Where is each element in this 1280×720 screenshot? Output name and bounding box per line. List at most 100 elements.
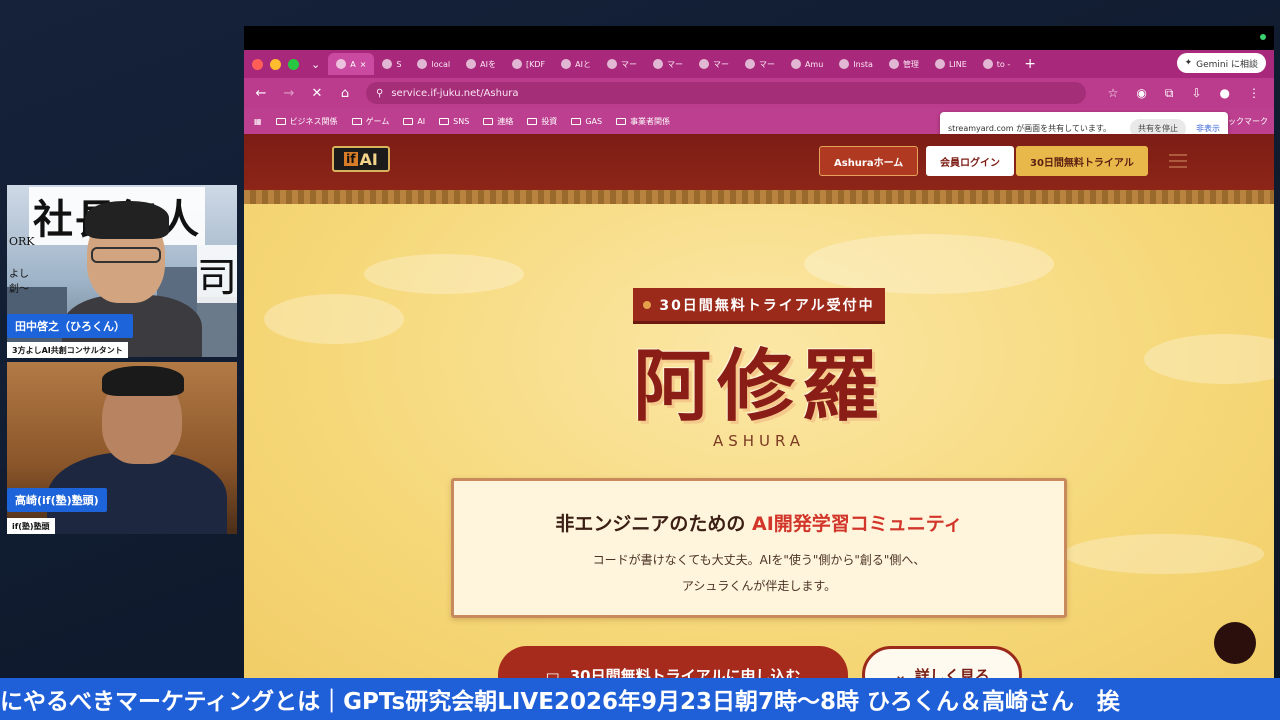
stop-icon[interactable]: ✕ <box>310 86 324 101</box>
learn-more-label: 詳しく見る <box>914 666 990 679</box>
bookmark-list: ビジネス関係 ゲーム AI SNS 連絡 投資 GAS 事業者関係 <box>275 116 670 127</box>
intro-line-2: アシュラくんが伴走します。 <box>681 579 837 593</box>
news-ticker: にやるべきマーケティングとは｜GPTs研究会朝LIVE2026年9月23日朝7時… <box>0 678 1280 720</box>
tab-favicon-icon <box>934 59 945 69</box>
tab-label: マー <box>758 59 775 69</box>
folder-icon <box>616 117 627 125</box>
tab-label: [KDF <box>525 59 546 69</box>
cloud-decoration <box>364 254 524 294</box>
all-bookmarks-link[interactable]: ックマーク <box>1228 116 1268 127</box>
header-trial-button[interactable]: 30日間無料トライアル <box>1016 146 1148 176</box>
window-controls <box>252 58 299 70</box>
url-text: service.if-juku.net/Ashura <box>391 87 519 99</box>
browser-tab[interactable]: S <box>374 53 409 75</box>
close-window-button[interactable] <box>252 58 263 70</box>
share-message: streamyard.com が画面を共有しています。 <box>948 123 1112 133</box>
bookmark-folder[interactable]: 事業者関係 <box>616 116 670 127</box>
member-login-button[interactable]: 会員ログイン <box>926 146 1014 176</box>
bookmark-label: 連絡 <box>497 116 514 126</box>
folder-icon <box>403 117 414 125</box>
gemini-icon: ✦ <box>1184 58 1193 68</box>
cloud-decoration <box>1064 534 1264 574</box>
bookmark-folder[interactable]: AI <box>403 116 425 127</box>
folder-icon <box>483 117 494 125</box>
gemini-button[interactable]: ✦ Gemini に相談 <box>1176 53 1266 73</box>
download-icon[interactable]: ⇩ <box>1191 86 1201 101</box>
apply-icon: ▭ <box>545 666 560 678</box>
tab-label: マー <box>620 59 637 69</box>
tab-list: A × Slocal AIを [KDF AIと マー マー マー マー Amu Insta 管理 LINE… <box>328 53 1018 75</box>
browser-tab[interactable]: AIと <box>553 53 599 75</box>
glasses <box>91 247 161 263</box>
bookmark-folder[interactable]: ゲーム <box>351 116 389 127</box>
header-border <box>244 190 1274 204</box>
browser-tab[interactable]: to - <box>975 53 1018 75</box>
chat-widget-button[interactable] <box>1214 622 1256 664</box>
site-info-icon[interactable]: ⚲ <box>376 88 383 99</box>
tab-favicon-icon <box>561 59 572 69</box>
browser-tab[interactable]: local <box>409 53 458 75</box>
bookmark-folder[interactable]: ビジネス関係 <box>275 116 338 127</box>
folder-icon <box>351 117 362 125</box>
forward-icon[interactable]: → <box>282 86 296 101</box>
browser-tab[interactable]: Amu <box>783 53 831 75</box>
browser-tab[interactable]: マー <box>737 53 783 75</box>
tab-strip: ⌄ A × Slocal AIを [KDF AIと マー マー マー マー Amu Insta 管理 LI… <box>244 50 1274 78</box>
tab-close-icon[interactable]: × <box>360 60 367 69</box>
maximize-window-button[interactable] <box>288 58 299 70</box>
bookmark-star-icon[interactable]: ☆ <box>1108 86 1119 101</box>
chevron-down-icon: ⌄ <box>894 666 907 678</box>
background-sign-fragment: よし <box>9 269 29 280</box>
tab-favicon-icon <box>382 59 393 69</box>
browser-tab[interactable]: LINE <box>927 53 975 75</box>
trial-apply-button[interactable]: ▭ 30日間無料トライアルに申し込む <box>498 646 848 678</box>
host-name-bar: 田中啓之（ひろくん） <box>7 314 133 338</box>
bookmark-folder[interactable]: 連絡 <box>483 116 513 127</box>
browser-tab[interactable]: [KDF <box>504 53 553 75</box>
folder-icon <box>527 117 538 125</box>
new-tab-icon[interactable]: + <box>1024 56 1036 72</box>
browser-tab[interactable]: マー <box>645 53 691 75</box>
minimize-window-button[interactable] <box>270 58 281 70</box>
extensions-icon[interactable]: ⧉ <box>1165 86 1174 101</box>
home-icon[interactable]: ⌂ <box>338 86 352 101</box>
folder-icon <box>571 117 582 125</box>
bookmark-folder[interactable]: GAS <box>571 116 602 127</box>
background-sign-fragment: ORK <box>9 235 35 248</box>
browser-tab[interactable]: マー <box>691 53 737 75</box>
hamburger-menu-icon[interactable] <box>1169 154 1187 168</box>
guest-title-bar: if(塾)塾頭 <box>7 518 55 534</box>
back-icon[interactable]: ← <box>254 86 268 101</box>
bookmark-folder[interactable]: SNS <box>439 116 469 127</box>
screenshot-icon[interactable]: ◉ <box>1136 86 1146 101</box>
tab-favicon-icon <box>336 59 347 69</box>
browser-tab[interactable]: AIを <box>458 53 504 75</box>
tab-favicon-icon <box>606 59 617 69</box>
tab-favicon-icon <box>466 59 477 69</box>
tab-search-icon[interactable]: ⌄ <box>311 58 320 71</box>
hide-button[interactable]: 非表示 <box>1196 123 1220 134</box>
trial-apply-label: 30日間無料トライアルに申し込む <box>569 666 801 679</box>
browser-window: ⌄ A × Slocal AIを [KDF AIと マー マー マー マー Amu Insta 管理 LI… <box>244 26 1274 678</box>
bookmark-label: 事業者関係 <box>630 116 671 126</box>
trial-badge: 30日間無料トライアル受付中 <box>633 288 885 324</box>
profile-icon[interactable]: ● <box>1220 86 1230 101</box>
site-logo[interactable]: if AI <box>332 146 390 172</box>
browser-tab[interactable]: Insta <box>831 53 881 75</box>
guest-name-bar: 高崎(if(塾)塾頭) <box>7 488 107 512</box>
tab-label: AIと <box>575 59 591 69</box>
hero-subtitle: ASHURA <box>712 432 806 450</box>
apps-grid-icon[interactable]: ▦ <box>254 117 262 126</box>
learn-more-button[interactable]: ⌄ 詳しく見る <box>862 646 1022 678</box>
ashura-home-button[interactable]: Ashuraホーム <box>819 146 919 176</box>
bookmark-folder[interactable]: 投資 <box>527 116 557 127</box>
badge-dot-icon <box>643 300 652 309</box>
browser-tab[interactable]: 管理 <box>881 53 927 75</box>
toolbar-actions: ☆ ◉ ⧉ ⇩ ● ⋮ <box>1108 86 1260 101</box>
browser-tab[interactable]: マー <box>599 53 645 75</box>
url-field[interactable]: ⚲ service.if-juku.net/Ashura <box>366 82 1086 104</box>
more-menu-icon[interactable]: ⋮ <box>1248 86 1260 101</box>
browser-tab[interactable]: A × <box>328 53 375 75</box>
folder-icon <box>275 117 286 125</box>
intro-heading-accent: AI開発学習コミュニティ <box>752 513 963 535</box>
